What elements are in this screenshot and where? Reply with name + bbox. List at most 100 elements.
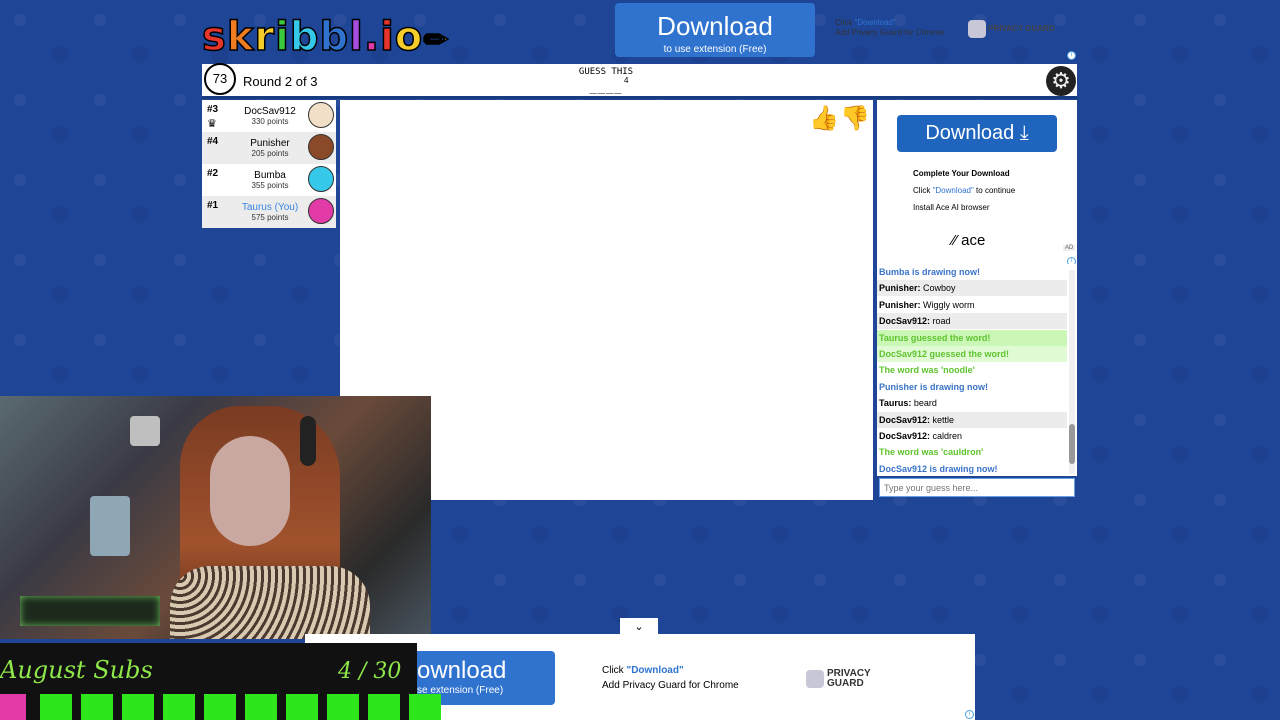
player-row[interactable]: #2 Bumba 355 points — [202, 164, 336, 196]
word-length: 4 — [624, 76, 629, 85]
subs-progress-segment — [40, 694, 72, 720]
webcam-figure — [90, 496, 130, 556]
webcam-streamer-shirt — [170, 566, 370, 639]
side-ad-step1-suffix: to continue — [973, 186, 1016, 195]
subs-progress-segment — [368, 694, 400, 720]
chat-message: The word was 'cauldron' — [877, 444, 1067, 460]
player-name: Bumba — [254, 170, 286, 181]
logo-letter: l — [348, 13, 364, 61]
timer-clock-icon: 73 — [204, 63, 236, 95]
chat-message: Punisher: Cowboy — [877, 280, 1067, 297]
logo-letter: o — [394, 13, 424, 61]
bottom-ad-step1-prefix: Click — [602, 665, 627, 676]
settings-gear-icon[interactable]: ⚙ — [1046, 66, 1076, 96]
chat-speaker: Taurus: — [879, 398, 912, 409]
bottom-ad-brand-line2: GUARD — [827, 678, 864, 689]
player-rank: #2 — [207, 168, 219, 179]
chat-speaker: DocSav912: — [879, 414, 931, 425]
webcam-keyboard — [20, 596, 160, 626]
player-avatar — [308, 198, 334, 224]
side-ad-download-button[interactable]: Download ⤓ — [897, 115, 1057, 152]
side-ad-heading: Complete Your Download — [913, 169, 1010, 178]
chat-text: Bumba is drawing now! — [879, 267, 981, 277]
chat-text: Taurus guessed the word! — [879, 332, 991, 343]
bottom-ad-step1: Click "Download" — [602, 665, 684, 676]
chat-message: Taurus: beard — [877, 395, 1067, 411]
chat-text: beard — [911, 398, 937, 409]
subs-progress-marker — [0, 694, 26, 720]
chat-text: Cowboy — [920, 283, 956, 294]
logo-letter: s — [201, 13, 227, 61]
chat-text: The word was 'cauldron' — [879, 447, 984, 458]
logo-letter: b — [319, 13, 350, 61]
player-points: 355 points — [251, 181, 289, 190]
thumbs-up-icon[interactable]: 👍 — [809, 104, 839, 133]
top-ad-privacy-guard-logo: PRIVACY GUARD — [968, 20, 1055, 38]
chat-speaker: DocSav912: — [879, 431, 931, 441]
top-ad-hint-link[interactable]: "Download" — [855, 18, 896, 27]
subs-progress-segment — [327, 694, 359, 720]
crown-icon: ♛ — [207, 118, 217, 130]
webcam-headphone — [300, 416, 316, 466]
bottom-ad-info-icon[interactable]: i — [965, 710, 974, 719]
round-indicator: Round 2 of 3 — [243, 74, 318, 89]
webcam-streamer-face — [210, 436, 290, 546]
bottom-ad-download-label: ownload — [417, 657, 507, 684]
chat-speaker: Punisher: — [879, 283, 921, 294]
player-row[interactable]: #3 ♛ DocSav912 330 points — [202, 100, 336, 132]
ad-info-icon[interactable]: i — [1067, 51, 1076, 60]
player-name: Punisher — [250, 138, 290, 149]
pencil-icon: ✏ — [423, 22, 450, 59]
chat-message: DocSav912 guessed the word! — [877, 346, 1067, 362]
player-points: 575 points — [251, 213, 289, 222]
thumbs-down-icon[interactable]: 👎 — [840, 104, 870, 133]
chat-message: Bumba is drawing now! — [877, 264, 1067, 280]
player-points: 205 points — [251, 149, 289, 158]
top-ad-hint-line2: Add Privacy Guard for Chrome — [835, 28, 945, 37]
player-avatar — [308, 102, 334, 128]
privacy-guard-icon — [968, 20, 986, 38]
ace-logo: ⁄⁄ ace — [952, 232, 986, 249]
header-divider — [202, 96, 1077, 99]
chat-text: Punisher is drawing now! — [879, 381, 989, 392]
top-ad-download-label: Download — [657, 11, 773, 41]
subs-goal-title: August Subs — [0, 656, 153, 684]
subs-goal-count: 4 / 30 — [338, 659, 402, 684]
chat-message: Punisher: Wiggly worm — [877, 297, 1067, 313]
top-ad-hint-prefix: Click — [835, 18, 855, 27]
chat-text: caldren — [930, 431, 963, 441]
top-ad-hint: Click "Download" Add Privacy Guard for C… — [835, 18, 944, 38]
side-ad-step1-link[interactable]: "Download" — [933, 186, 974, 195]
top-ad-brand: PRIVACY GUARD — [988, 24, 1055, 34]
logo-letter: i — [379, 13, 395, 61]
chat-text: The word was 'noodle' — [879, 365, 975, 376]
subs-progress-segment — [409, 694, 441, 720]
webcam-lamp — [130, 416, 160, 446]
side-ad-step2: Install Ace AI browser — [913, 203, 990, 212]
bottom-ad-step2: Add Privacy Guard for Chrome — [602, 680, 739, 691]
player-rank: #1 — [207, 200, 219, 211]
skribbl-logo[interactable]: skribbl.io✏ — [201, 13, 450, 61]
chat-speaker: Punisher: — [879, 299, 921, 310]
guess-label: GUESS THIS — [578, 67, 634, 77]
chat-text: DocSav912 is drawing now! — [879, 463, 998, 474]
logo-letter: . — [363, 13, 381, 61]
subs-progress-segment — [204, 694, 236, 720]
subs-progress-segment — [163, 694, 195, 720]
chevron-down-icon[interactable]: ⌄ — [620, 618, 658, 636]
player-avatar — [308, 134, 334, 160]
side-ad-step1-prefix: Click — [913, 186, 933, 195]
logo-letter: k — [226, 13, 255, 61]
player-row[interactable]: #1 Taurus (You) 575 points — [202, 196, 336, 228]
chat-message: Punisher is drawing now! — [877, 379, 1067, 395]
player-points: 330 points — [251, 117, 289, 126]
chat-text: DocSav912 guessed the word! — [879, 349, 1010, 359]
bottom-ad-step1-link[interactable]: "Download" — [626, 665, 683, 676]
guess-input[interactable] — [879, 478, 1075, 497]
privacy-guard-icon — [806, 670, 824, 688]
top-ad-download-button[interactable]: Download to use extension (Free) — [615, 3, 815, 57]
chat-message: The word was 'noodle' — [877, 362, 1067, 378]
player-rank: #4 — [207, 136, 219, 147]
player-row[interactable]: #4 Punisher 205 points — [202, 132, 336, 164]
chat-scrollbar-thumb[interactable] — [1069, 424, 1075, 464]
